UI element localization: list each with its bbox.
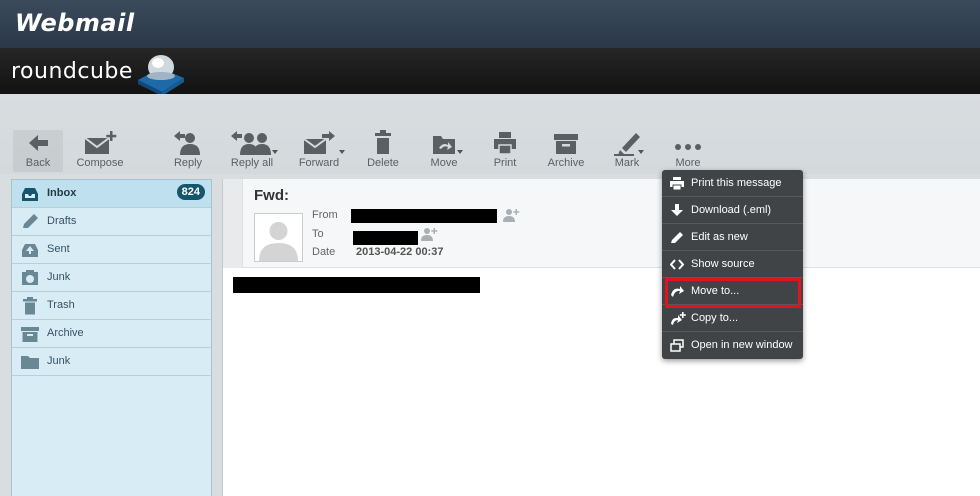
top-bar: Webmail (0, 0, 980, 48)
webmail-logo: Webmail (15, 9, 135, 37)
copy-icon (671, 312, 686, 325)
code-icon (670, 259, 684, 270)
brand-bar: roundcube (0, 48, 980, 96)
folder-archive[interactable]: Archive (12, 320, 211, 348)
print-icon (670, 177, 684, 190)
message-pane: Fwd: From To Date 2013-04-22 00:37 (222, 179, 980, 496)
move-folder-icon (433, 136, 455, 154)
pane-splitter[interactable] (212, 179, 222, 496)
add-contact-icon[interactable] (420, 227, 438, 241)
reply-all-icon (231, 131, 271, 155)
compose-button[interactable]: Compose (74, 130, 126, 172)
new-window-icon (670, 339, 684, 352)
from-label: From (312, 209, 338, 221)
roundcube-logo-icon (138, 55, 184, 96)
person-silhouette-icon (259, 222, 298, 261)
folder-drafts[interactable]: Drafts (12, 208, 211, 236)
reply-button[interactable]: Reply (168, 130, 208, 172)
to-label: To (312, 228, 324, 240)
add-contact-icon[interactable] (502, 208, 520, 222)
unread-count-badge: 824 (176, 184, 205, 200)
print-icon (494, 132, 516, 155)
forward-button[interactable]: Forward (297, 130, 341, 172)
trash-icon (23, 297, 37, 315)
archive-icon (21, 327, 39, 342)
download-icon (671, 204, 683, 216)
move-to-highlight-box (665, 278, 801, 308)
toolbar: Back Compose Reply Reply all Forward Del… (0, 94, 980, 174)
compose-icon (84, 131, 117, 154)
folder-inbox[interactable]: Inbox 824 (12, 180, 211, 208)
menu-item-show-source[interactable]: Show source (662, 251, 803, 278)
back-button[interactable]: Back (13, 130, 63, 172)
edit-icon (671, 232, 683, 243)
roundcube-logo-text: roundcube (11, 59, 133, 84)
menu-item-print[interactable]: Print this message (662, 170, 803, 197)
menu-item-copy-to[interactable]: Copy to... (662, 305, 803, 332)
back-arrow-icon (29, 135, 48, 151)
reply-all-dropdown-icon[interactable] (272, 150, 278, 154)
forward-dropdown-icon[interactable] (339, 150, 345, 154)
archive-icon (554, 134, 578, 154)
folder-list: Inbox 824 Drafts Sent Junk Trash Archive… (11, 179, 212, 496)
folder-junk[interactable]: Junk (12, 264, 211, 292)
mark-dropdown-icon[interactable] (638, 150, 644, 154)
menu-item-download[interactable]: Download (.eml) (662, 197, 803, 224)
junk-icon (22, 270, 38, 285)
trash-icon (375, 130, 391, 154)
archive-button[interactable]: Archive (545, 130, 587, 172)
sender-avatar (254, 213, 303, 262)
more-menu: Print this message Download (.eml) Edit … (662, 170, 803, 359)
message-date: 2013-04-22 00:37 (356, 246, 444, 258)
header-toggle-strip[interactable] (223, 179, 243, 268)
forward-icon (303, 131, 335, 154)
folder-junk-2[interactable]: Junk (12, 348, 211, 376)
redacted-from-address (351, 209, 497, 223)
redacted-to-address (353, 231, 418, 245)
reply-icon (174, 131, 200, 155)
redacted-message-body (233, 277, 480, 293)
message-header: Fwd: From To Date 2013-04-22 00:37 (223, 179, 980, 268)
date-label: Date (312, 246, 336, 258)
message-subject: Fwd: (254, 187, 289, 204)
folder-trash[interactable]: Trash (12, 292, 211, 320)
move-dropdown-icon[interactable] (457, 150, 463, 154)
folder-sent[interactable]: Sent (12, 236, 211, 264)
menu-item-open-new-window[interactable]: Open in new window (662, 332, 803, 359)
inbox-icon (22, 188, 38, 201)
sent-icon (22, 244, 38, 257)
pencil-icon (23, 214, 38, 228)
delete-button[interactable]: Delete (363, 130, 403, 172)
more-button[interactable]: More (670, 130, 706, 172)
more-dots-icon (675, 144, 701, 150)
menu-item-edit-as-new[interactable]: Edit as new (662, 224, 803, 251)
folder-icon (21, 356, 39, 369)
print-button[interactable]: Print (486, 130, 524, 172)
